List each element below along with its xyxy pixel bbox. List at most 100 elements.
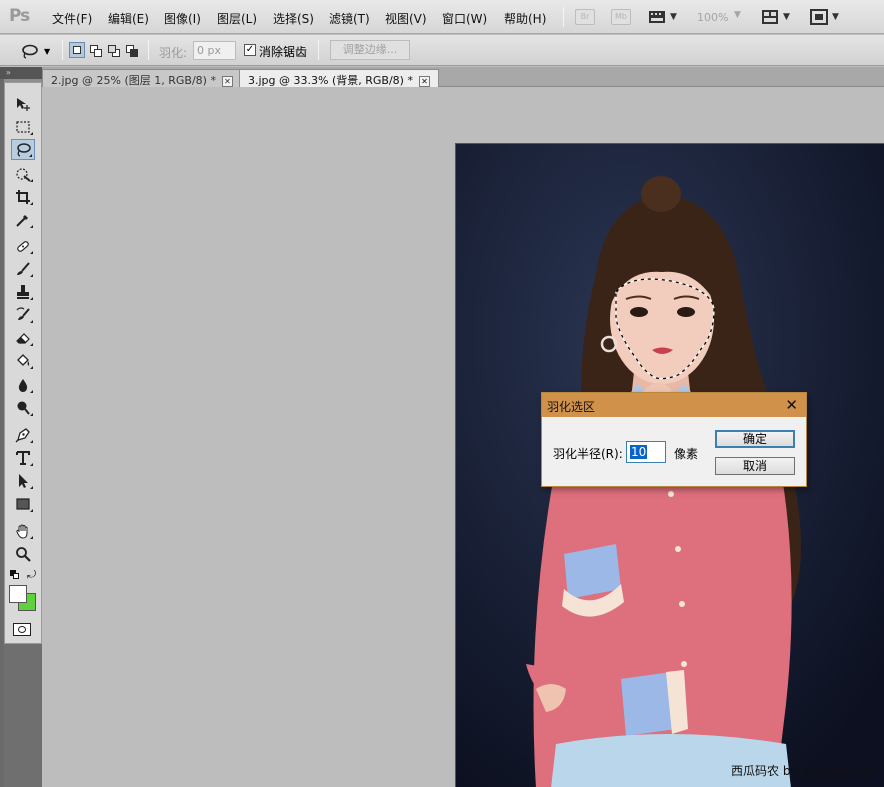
dodge-icon — [17, 401, 30, 415]
close-icon[interactable]: ✕ — [785, 396, 798, 414]
ok-button[interactable]: 确定 — [715, 430, 795, 448]
hand-tool[interactable] — [11, 520, 35, 541]
quick-selection-tool[interactable] — [11, 163, 35, 184]
document-tab-bar: 2.jpg @ 25% (图层 1, RGB/8) * ✕ 3.jpg @ 33.… — [42, 67, 884, 87]
feather-radius-label: 羽化半径(R): — [553, 447, 623, 461]
blur-tool[interactable] — [11, 374, 35, 395]
screen-mode-icon — [810, 9, 828, 25]
refine-edge-button[interactable]: 调整边缘... — [330, 40, 410, 60]
chevron-down-icon: ▼ — [44, 46, 51, 56]
dock-empty-area — [4, 644, 42, 787]
menu-edit[interactable]: 编辑(E) — [108, 10, 149, 27]
menu-filter[interactable]: 滤镜(T) — [329, 10, 370, 27]
rectangle-icon — [16, 497, 30, 510]
eraser-tool[interactable] — [11, 327, 35, 348]
new-selection-icon[interactable] — [69, 42, 85, 58]
zoom-level[interactable]: 100% — [697, 11, 728, 24]
tool-preset-picker[interactable]: ▼ — [20, 41, 56, 61]
move-tool[interactable] — [11, 93, 35, 114]
feather-radius-input[interactable]: 10 — [626, 441, 666, 463]
menu-layer[interactable]: 图层(L) — [217, 10, 257, 27]
clone-stamp-tool[interactable] — [11, 281, 35, 302]
close-icon[interactable]: ✕ — [221, 75, 233, 87]
paint-bucket-tool[interactable] — [11, 350, 35, 371]
pen-icon — [15, 427, 30, 442]
bandage-icon — [17, 240, 29, 252]
view-extras-button[interactable]: ▼ — [648, 8, 677, 26]
antialias-checkbox[interactable]: ✓ — [244, 44, 256, 56]
pen-tool[interactable] — [11, 424, 35, 445]
water-drop-icon — [18, 378, 28, 392]
crop-tool[interactable] — [11, 186, 35, 207]
options-bar: ▼ 羽化: ✓ 消除锯齿 调整边缘... — [0, 35, 884, 66]
tools-panel: ⤾ — [4, 82, 42, 644]
subtract-from-selection-icon[interactable] — [105, 42, 121, 58]
tab-label: 2.jpg @ 25% (图层 1, RGB/8) * — [51, 74, 216, 87]
photoshop-logo: Ps — [9, 6, 30, 26]
menu-image[interactable]: 图像(I) — [164, 10, 201, 27]
tab-document-3[interactable]: 3.jpg @ 33.3% (背景, RGB/8) * ✕ — [239, 69, 439, 87]
chevron-down-icon: ▼ — [783, 12, 790, 22]
menu-help[interactable]: 帮助(H) — [504, 10, 546, 27]
antialias-label: 消除锯齿 — [259, 45, 308, 59]
menu-file[interactable]: 文件(F) — [52, 10, 92, 27]
history-brush-icon — [16, 306, 30, 320]
stamp-icon — [17, 284, 29, 299]
feather-label: 羽化: — [159, 46, 188, 60]
dodge-tool[interactable] — [11, 397, 35, 418]
dialog-title: 羽化选区 — [547, 400, 596, 414]
quick-mask-icon[interactable] — [13, 623, 31, 636]
menu-select[interactable]: 选择(S) — [273, 10, 314, 27]
lasso-icon — [22, 44, 38, 59]
quick-selection-icon — [16, 167, 31, 182]
options-separator — [62, 40, 63, 60]
default-colors-icon[interactable] — [10, 570, 20, 580]
feather-radius-value: 10 — [630, 445, 648, 459]
chevron-down-icon: ▼ — [670, 12, 677, 22]
intersect-selection-icon[interactable] — [123, 42, 139, 58]
close-icon[interactable]: ✕ — [418, 75, 430, 87]
history-brush-tool[interactable] — [11, 304, 35, 325]
arrange-documents-button[interactable]: ▼ — [761, 8, 790, 26]
rectangular-marquee-icon — [16, 120, 30, 133]
add-to-selection-icon[interactable] — [87, 42, 103, 58]
brush-tool[interactable] — [11, 258, 35, 279]
collapse-panel-button[interactable]: » — [0, 67, 42, 79]
foreground-color-swatch[interactable] — [9, 585, 27, 603]
menu-view[interactable]: 视图(V) — [385, 10, 427, 27]
eyedropper-icon — [16, 214, 28, 227]
rectangle-tool[interactable] — [11, 493, 35, 514]
feather-input[interactable] — [193, 41, 236, 60]
arrange-grid-icon — [762, 10, 778, 24]
bridge-button[interactable]: Br — [575, 9, 595, 25]
feather-radius-unit: 像素 — [674, 447, 699, 461]
eraser-icon — [16, 332, 30, 344]
swap-colors-icon[interactable]: ⤾ — [27, 568, 36, 582]
zoom-tool[interactable] — [11, 543, 35, 564]
chevron-down-icon: ▼ — [832, 12, 839, 22]
menu-bar: Ps 文件(F) 编辑(E) 图像(I) 图层(L) 选择(S) 滤镜(T) 视… — [0, 0, 884, 34]
magnifier-icon — [16, 546, 31, 562]
film-strip-icon — [649, 11, 665, 23]
brush-icon — [17, 261, 30, 275]
marquee-tool[interactable] — [11, 116, 35, 137]
watermark-text: 西瓜码农 blog.xgcos.com — [731, 764, 877, 778]
mini-bridge-button[interactable]: Mb — [611, 9, 631, 25]
feather-selection-dialog: 羽化选区 ✕ 羽化半径(R): 10 像素 确定 取消 — [541, 392, 807, 487]
crop-icon — [16, 189, 30, 204]
dialog-title-bar[interactable]: 羽化选区 ✕ — [542, 393, 806, 417]
healing-brush-tool[interactable] — [11, 235, 35, 256]
path-selection-icon — [19, 473, 28, 488]
tab-document-2[interactable]: 2.jpg @ 25% (图层 1, RGB/8) * ✕ — [42, 69, 242, 87]
options-separator — [148, 40, 149, 60]
eyedropper-tool[interactable] — [11, 209, 35, 230]
menu-separator — [563, 7, 564, 27]
lasso-tool[interactable] — [11, 139, 35, 160]
path-selection-tool[interactable] — [11, 470, 35, 491]
paint-bucket-icon — [17, 353, 30, 366]
cancel-button[interactable]: 取消 — [715, 457, 795, 475]
screen-mode-button[interactable]: ▼ — [810, 8, 839, 26]
chevron-down-icon: ▼ — [734, 10, 741, 20]
menu-window[interactable]: 窗口(W) — [442, 10, 487, 27]
type-tool[interactable] — [11, 447, 35, 468]
